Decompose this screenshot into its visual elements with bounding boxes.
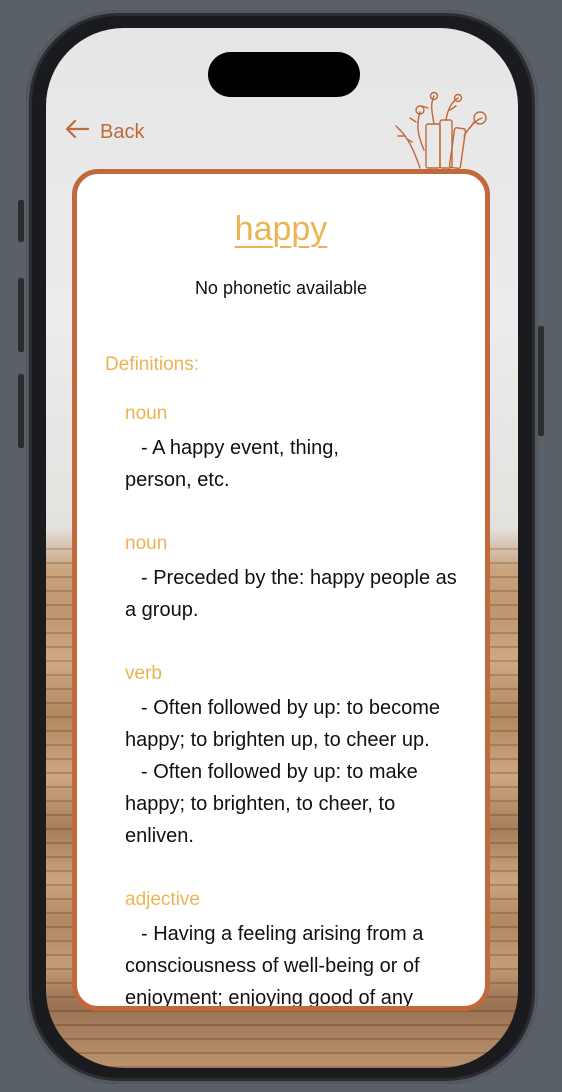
definitions-label: Definitions: [105,354,199,375]
word-title: happy [234,210,328,248]
dynamic-island [208,52,360,97]
back-button[interactable]: Back [64,118,144,146]
definitions-list: noun - A happy event, thing, person, etc… [125,400,465,1009]
meaning-text: - Having a feeling arising from a consci… [125,923,424,1009]
meaning-text: - Often followed by up: to make happy; t… [125,761,418,847]
meaning-text: - A happy event, thing, person, etc. [125,437,339,491]
silent-switch [18,200,24,242]
screen: Back happy No phonetic available Definit… [46,28,518,1068]
part-of-speech: verb [125,663,162,684]
books-flowers-icon [390,90,490,170]
part-of-speech: adjective [125,889,200,910]
definition-entry: noun - A happy event, thing, person, etc… [125,400,465,496]
back-label: Back [100,120,145,143]
meaning-text: - Often followed by up: to become happy;… [125,697,441,751]
part-of-speech: noun [125,533,168,554]
definition-entry: noun - Preceded by the: happy people as … [125,530,465,626]
definition-card[interactable]: happy No phonetic available Definitions:… [72,169,490,1011]
part-of-speech: noun [125,403,168,424]
definition-entry: verb - Often followed by up: to become h… [125,660,465,852]
power-button [538,326,544,436]
volume-up-button [18,278,24,352]
volume-down-button [18,374,24,448]
definition-entry: adjective - Having a feeling arising fro… [125,886,465,1009]
arrow-left-icon [64,118,90,146]
phone-frame: Back happy No phonetic available Definit… [26,10,538,1084]
meaning-text: - Preceded by the: happy people as a gro… [125,567,457,621]
phonetic-text: No phonetic available [194,278,368,298]
